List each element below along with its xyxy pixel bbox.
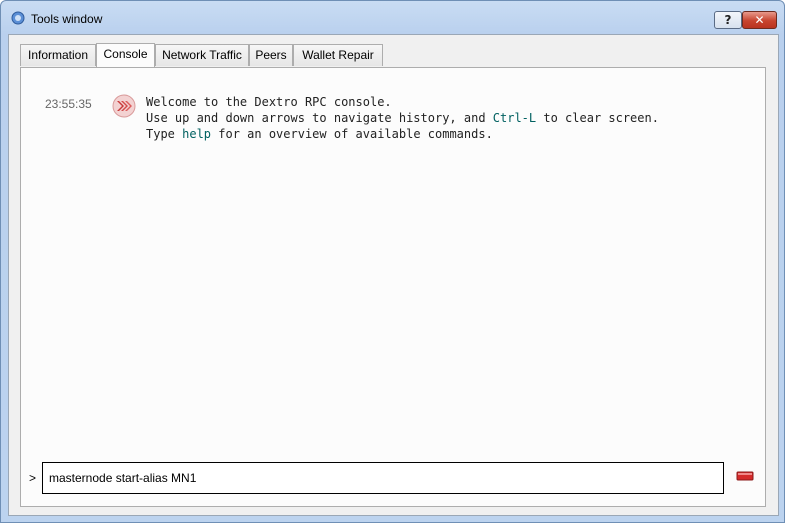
keyword-ctrl-l: Ctrl-L xyxy=(492,111,537,125)
welcome-message: Welcome to the Dextro RPC console. Use u… xyxy=(146,94,659,142)
dextro-logo-icon xyxy=(112,94,136,118)
window-title: Tools window xyxy=(31,12,103,26)
tab-label: Peers xyxy=(255,48,287,62)
message-line: Type help for an overview of available c… xyxy=(146,126,659,142)
tab-peers[interactable]: Peers xyxy=(249,44,293,66)
tab-console[interactable]: Console xyxy=(96,43,155,67)
app-logo-icon xyxy=(11,11,25,25)
message-line: Use up and down arrows to navigate histo… xyxy=(146,110,659,126)
console-output[interactable]: 23:55:35 Welcome to the Dextro RPC conso… xyxy=(29,78,759,453)
message-timestamp: 23:55:35 xyxy=(45,97,92,111)
tab-label: Information xyxy=(27,48,89,62)
tools-window: Tools window ? ✕ Information Console Net… xyxy=(0,0,785,523)
keyword-help: help xyxy=(182,127,212,141)
tab-label: Network Traffic xyxy=(162,48,242,62)
message-text: Welcome to the Dextro RPC console. xyxy=(146,95,392,109)
client-area: Information Console Network Traffic Peer… xyxy=(8,34,779,516)
message-line: Welcome to the Dextro RPC console. xyxy=(146,94,659,110)
help-button[interactable]: ? xyxy=(714,11,742,29)
console-prompt: > xyxy=(29,471,37,485)
title-bar[interactable]: Tools window ? ✕ xyxy=(1,1,784,35)
clear-console-icon[interactable] xyxy=(736,471,754,481)
message-text: to clear screen. xyxy=(536,111,659,125)
close-button[interactable]: ✕ xyxy=(742,11,777,29)
tab-wallet-repair[interactable]: Wallet Repair xyxy=(293,44,383,66)
command-input[interactable] xyxy=(42,462,724,494)
message-text: for an overview of available commands. xyxy=(211,127,493,141)
message-text: Use up and down arrows to navigate histo… xyxy=(146,111,493,125)
console-panel: 23:55:35 Welcome to the Dextro RPC conso… xyxy=(20,67,766,507)
tab-network-traffic[interactable]: Network Traffic xyxy=(155,44,249,66)
tab-information[interactable]: Information xyxy=(20,44,96,66)
tab-label: Console xyxy=(103,47,148,61)
tab-label: Wallet Repair xyxy=(302,48,374,62)
message-text: Type xyxy=(146,127,183,141)
